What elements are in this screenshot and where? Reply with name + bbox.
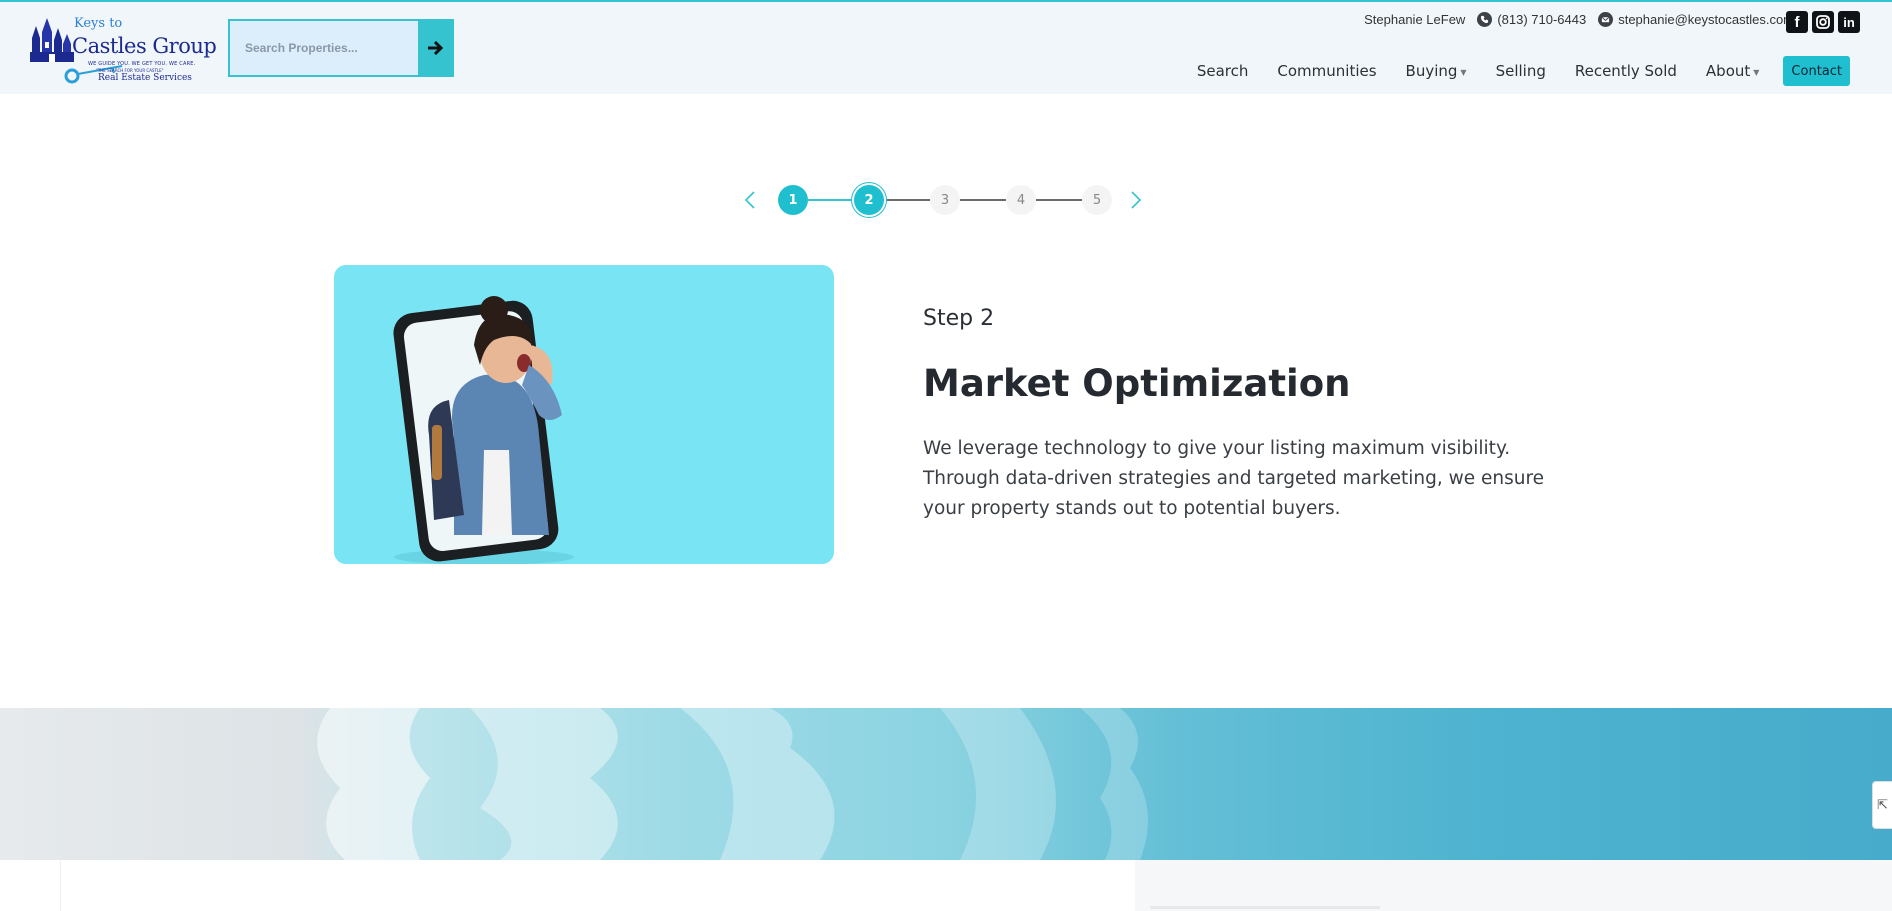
nav-label: Buying xyxy=(1405,62,1458,80)
contact-button[interactable]: Contact xyxy=(1783,56,1850,86)
stepper-connector xyxy=(960,199,1006,201)
chevron-right-icon[interactable] xyxy=(1124,189,1146,211)
nav-item-search[interactable]: Search xyxy=(1197,62,1249,80)
linkedin-icon[interactable]: in xyxy=(1838,11,1860,33)
email-address: stephanie@keystocastles.com xyxy=(1618,12,1794,27)
logo-subtitle: Real Estate Services xyxy=(98,73,192,83)
beach-banner-image xyxy=(0,708,1892,860)
step-illustration xyxy=(334,265,834,564)
panel-placeholder-bar xyxy=(1150,906,1380,909)
nav-item-buying[interactable]: Buying ▼ xyxy=(1406,62,1467,80)
nav-item-recently-sold[interactable]: Recently Sold xyxy=(1575,62,1677,80)
facebook-icon[interactable]: f xyxy=(1786,11,1808,33)
mail-icon xyxy=(1598,12,1614,27)
phone-link[interactable]: (813) 710-6443 xyxy=(1477,12,1586,27)
nav-label: Search xyxy=(1196,62,1249,80)
process-stepper: 1 2 3 4 5 xyxy=(740,183,1150,217)
property-search xyxy=(228,19,454,77)
contact-bar: Stephanie LeFew (813) 710-6443 stephanie… xyxy=(1352,12,1794,27)
nav-item-selling[interactable]: Selling xyxy=(1496,62,1546,80)
phone-number: (813) 710-6443 xyxy=(1497,12,1587,27)
logo-top-text: Keys to xyxy=(74,16,123,31)
logo-name: Castles Group xyxy=(72,34,217,58)
logo-tagline: WE GUIDE YOU. WE GET YOU. WE CARE. xyxy=(88,61,196,67)
next-section-panel xyxy=(1135,860,1892,911)
instagram-icon[interactable] xyxy=(1812,11,1834,33)
nav-item-communities[interactable]: Communities xyxy=(1277,62,1376,80)
step-title: Market Optimization xyxy=(923,362,1351,405)
site-logo[interactable]: Keys to Castles Group WE GUIDE YOU. WE G… xyxy=(30,14,217,86)
ocean-waves-graphic xyxy=(317,708,1148,860)
chevron-down-icon: ▼ xyxy=(1753,68,1760,77)
site-header: Keys to Castles Group WE GUIDE YOU. WE G… xyxy=(0,2,1892,94)
stepper-connector xyxy=(884,199,930,201)
step-description: We leverage technology to give your list… xyxy=(923,438,1545,519)
expand-icon: ⇱ xyxy=(1877,797,1888,813)
side-widget-tab[interactable]: ⇱ xyxy=(1872,781,1892,829)
chevron-down-icon: ▼ xyxy=(1460,68,1467,77)
step-dot-3[interactable]: 3 xyxy=(930,185,960,215)
arrow-right-icon xyxy=(428,40,444,56)
castle-icon xyxy=(30,18,74,62)
nav-label: About xyxy=(1705,62,1751,80)
search-input[interactable] xyxy=(230,21,418,75)
step-dot-2[interactable]: 2 xyxy=(854,185,884,215)
main-nav: Search Communities Buying ▼ Selling Recen… xyxy=(1168,56,1850,86)
step-dot-1[interactable]: 1 xyxy=(778,185,808,215)
nav-label: Recently Sold xyxy=(1574,62,1677,80)
email-link[interactable]: stephanie@keystocastles.com xyxy=(1598,12,1794,27)
section-divider xyxy=(60,860,61,911)
agent-name: Stephanie LeFew xyxy=(1364,12,1466,27)
phone-icon xyxy=(1477,12,1493,27)
stepper-connector xyxy=(808,199,854,201)
social-links: f in xyxy=(1782,11,1860,33)
phone-person-illustration xyxy=(393,296,574,564)
step-number-label: Step 2 xyxy=(923,306,995,331)
search-submit-button[interactable] xyxy=(418,21,452,75)
stepper-connector xyxy=(1036,199,1082,201)
nav-label: Communities xyxy=(1277,62,1377,80)
nav-item-about[interactable]: About ▼ xyxy=(1706,62,1760,80)
step-dot-4[interactable]: 4 xyxy=(1006,185,1036,215)
step-dot-5[interactable]: 5 xyxy=(1082,185,1112,215)
nav-label: Selling xyxy=(1495,62,1546,80)
chevron-left-icon[interactable] xyxy=(740,189,762,211)
